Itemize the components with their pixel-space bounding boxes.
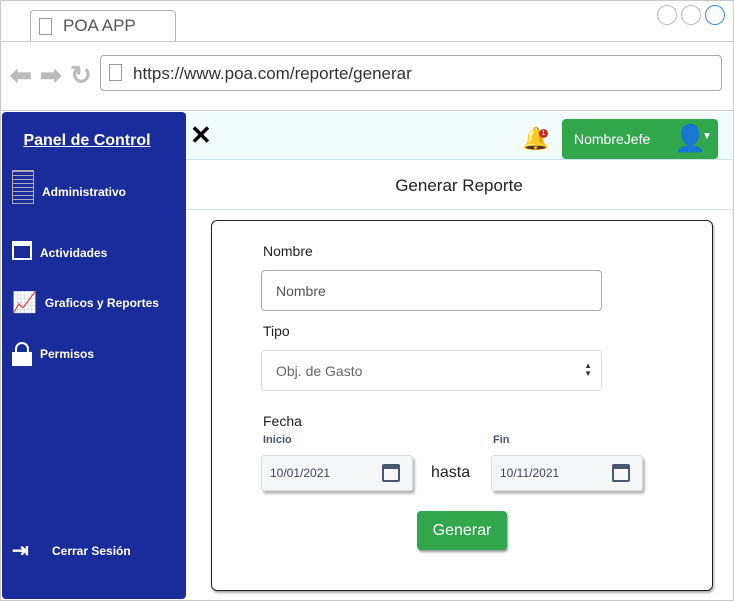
notification-badge: 1 <box>539 129 548 138</box>
generar-button[interactable]: Generar <box>417 511 507 550</box>
inicio-label: Inicio <box>263 434 292 446</box>
fin-date-input[interactable]: 10/11/2021 <box>491 455 643 491</box>
document-icon <box>39 18 52 35</box>
page-title: Generar Reporte <box>186 160 732 210</box>
user-menu-button[interactable]: NombreJefe 👤 ▼ <box>562 119 718 159</box>
fin-label: Fin <box>493 434 510 446</box>
hasta-label: hasta <box>431 464 471 481</box>
nombre-input[interactable]: Nombre <box>261 270 602 311</box>
sidebar-item-administrativo[interactable]: Administrativo <box>12 170 126 204</box>
lock-icon <box>12 342 32 366</box>
address-bar[interactable]: https://www.poa.com/reporte/generar <box>100 55 722 91</box>
forward-icon[interactable]: ➡ <box>40 60 62 91</box>
window-control-minimize[interactable] <box>657 5 677 25</box>
chart-icon: 📈 <box>12 292 37 314</box>
calendar-icon[interactable] <box>612 464 630 482</box>
window-control-close[interactable] <box>705 5 725 25</box>
calendar-icon[interactable] <box>382 464 400 482</box>
fecha-label: Fecha <box>263 413 302 429</box>
tipo-label: Tipo <box>263 323 290 339</box>
logout-icon: ⇥ <box>12 540 29 562</box>
building-icon <box>12 170 34 204</box>
inicio-date-input[interactable]: 10/01/2021 <box>261 455 413 491</box>
select-arrows-icon: ▲ ▼ <box>584 361 592 378</box>
sidebar: Panel de Control Administrativo Activida… <box>2 112 186 599</box>
sidebar-item-actividades[interactable]: Actividades <box>12 240 107 260</box>
browser-tab[interactable]: POA APP <box>30 10 176 42</box>
chevron-down-icon: ▼ <box>702 131 712 142</box>
sidebar-item-graficos[interactable]: 📈 Graficos y Reportes <box>12 290 159 315</box>
window-control-maximize[interactable] <box>681 5 701 25</box>
logout-button[interactable]: ⇥ Cerrar Sesión <box>12 538 131 564</box>
reload-icon[interactable]: ↻ <box>70 60 92 91</box>
sidebar-title[interactable]: Panel de Control <box>2 132 172 150</box>
document-icon <box>109 64 122 81</box>
topbar: ✕ 🔔 1 NombreJefe 👤 ▼ <box>186 112 732 160</box>
back-icon[interactable]: ⬅ <box>10 60 32 91</box>
close-icon[interactable]: ✕ <box>190 120 212 151</box>
calendar-icon <box>12 240 32 260</box>
tipo-select[interactable]: Obj. de Gasto ▲ ▼ <box>261 350 602 391</box>
sidebar-item-permisos[interactable]: Permisos <box>12 342 94 366</box>
nombre-label: Nombre <box>263 243 313 259</box>
